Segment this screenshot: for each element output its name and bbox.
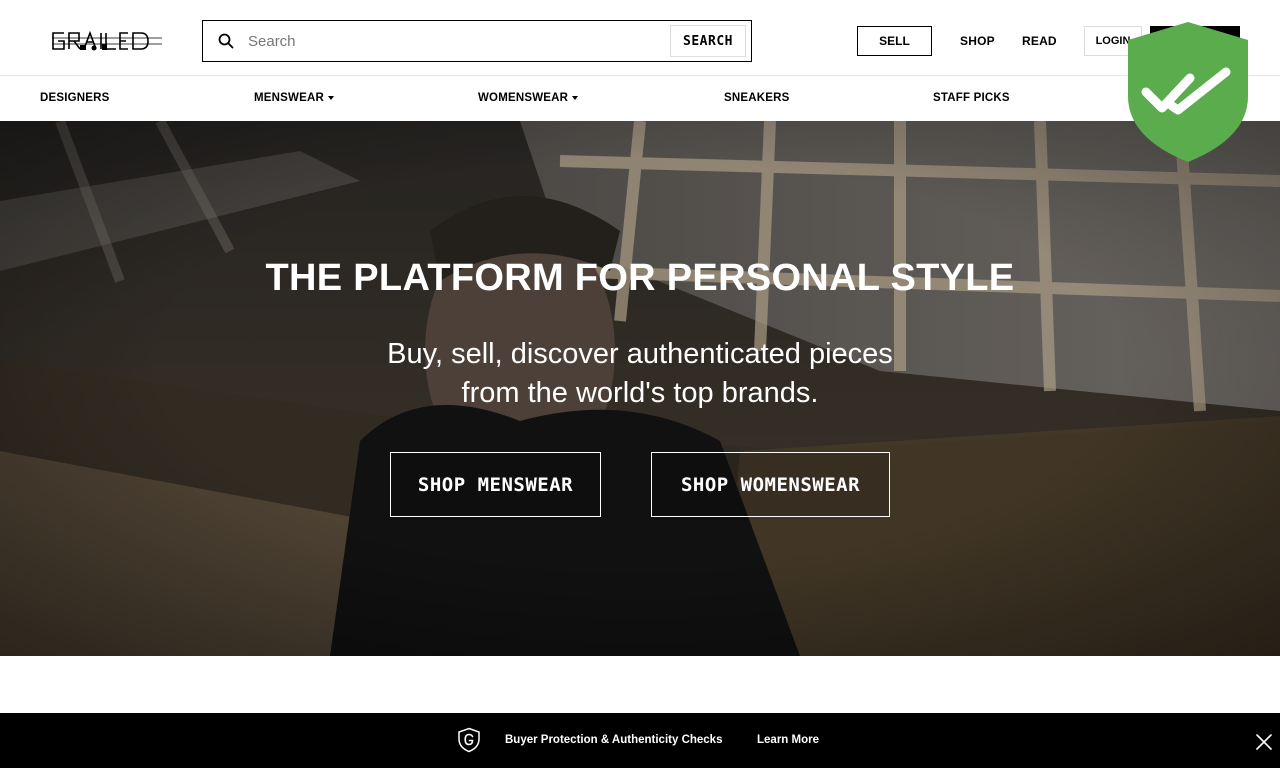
buyer-protection-message: Buyer Protection & Authenticity Checks (505, 734, 723, 746)
buyer-protection-bar: Buyer Protection & Authenticity Checks L… (0, 713, 1280, 768)
nav-item-label: SNEAKERS (724, 92, 790, 104)
site-header: SEARCH SELL SHOP READ LOGIN (0, 0, 1280, 76)
close-icon[interactable] (1255, 733, 1273, 751)
category-nav: DESIGNERS MENSWEAR WOMENSWEAR SNEAKERS S… (0, 76, 1280, 121)
hero-subtitle-line-2: from the world's top brands. (461, 377, 819, 409)
caret-down-icon (327, 96, 334, 100)
shield-double-check-icon (1128, 22, 1248, 162)
hero-title: THE PLATFORM FOR PERSONAL STYLE (265, 257, 1015, 299)
hero-subtitle: Buy, sell, discover authenticated pieces… (340, 335, 940, 413)
nav-item-staff-picks[interactable]: STAFF PICKS (933, 92, 1010, 104)
search-icon (218, 33, 234, 49)
sell-button[interactable]: SELL (857, 26, 932, 56)
nav-item-label: STAFF PICKS (933, 92, 1010, 104)
shop-womenswear-button[interactable]: SHOP WOMENSWEAR (651, 452, 890, 517)
nav-item-menswear[interactable]: MENSWEAR (254, 92, 334, 104)
shop-link[interactable]: SHOP (960, 34, 995, 48)
shop-menswear-button[interactable]: SHOP MENSWEAR (390, 452, 601, 517)
search-bar: SEARCH (202, 20, 752, 62)
nav-item-designers[interactable]: DESIGNERS (40, 92, 110, 104)
caret-down-icon (572, 96, 579, 100)
search-button[interactable]: SEARCH (670, 25, 746, 57)
nav-item-womenswear[interactable]: WOMENSWEAR (478, 92, 579, 104)
read-link[interactable]: READ (1022, 34, 1057, 48)
grailed-logo[interactable] (50, 28, 164, 54)
hero-subtitle-line-1: Buy, sell, discover authenticated pieces (387, 338, 893, 370)
nav-item-label: MENSWEAR (254, 92, 324, 104)
nav-item-sneakers[interactable]: SNEAKERS (724, 92, 790, 104)
nav-item-label: WOMENSWEAR (478, 92, 569, 104)
nav-item-label: DESIGNERS (40, 92, 110, 104)
grailed-g-shield-icon (458, 727, 480, 753)
learn-more-link[interactable]: Learn More (757, 734, 819, 746)
search-input[interactable] (234, 21, 671, 61)
hero-banner: THE PLATFORM FOR PERSONAL STYLE Buy, sel… (0, 121, 1280, 656)
